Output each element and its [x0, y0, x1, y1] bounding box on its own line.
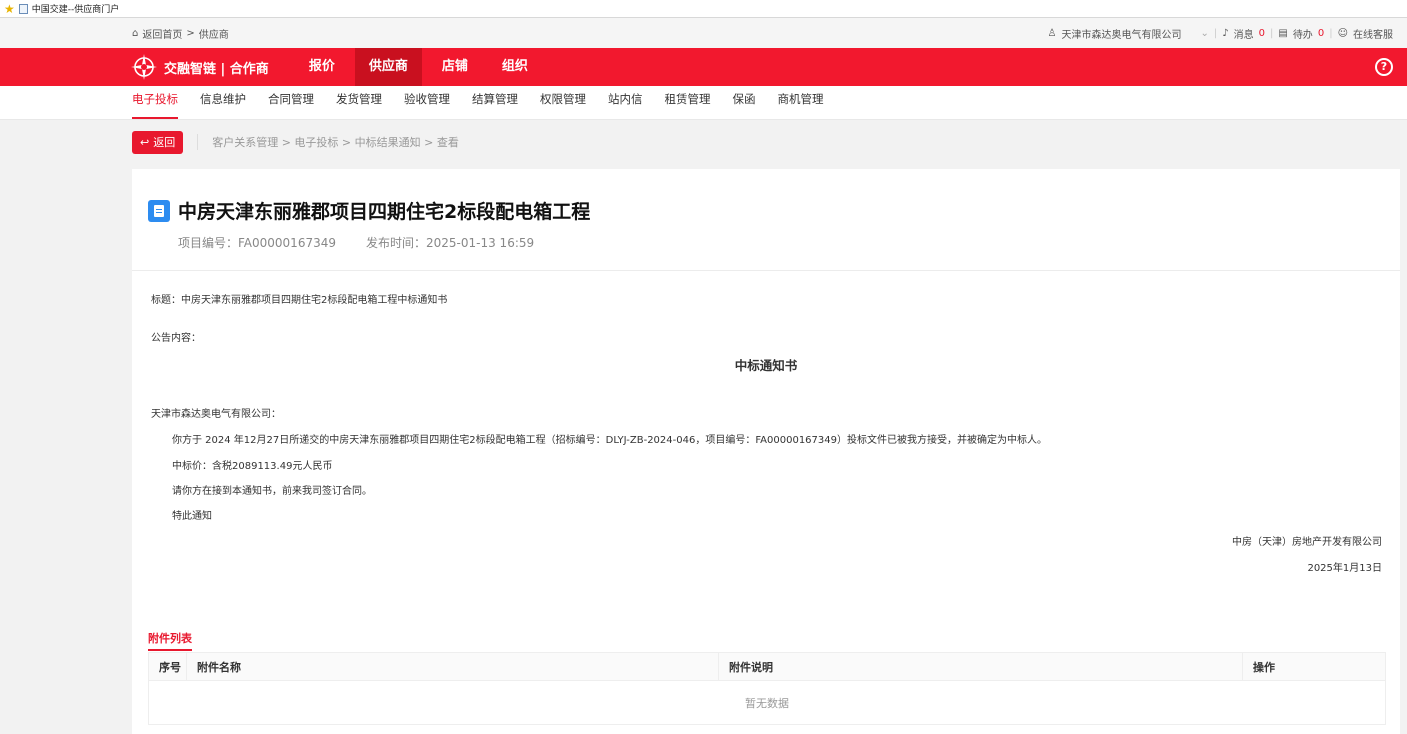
- notice-body: 标题：中房天津东丽雅郡项目四期住宅2标段配电箱工程中标通知书 公告内容： 中标通…: [132, 271, 1400, 611]
- divider: [197, 134, 199, 150]
- todo-icon[interactable]: ▤: [1278, 28, 1287, 39]
- brand-name: 交融智链 | 合作商: [164, 61, 269, 77]
- back-arrow-icon: ↩: [140, 135, 150, 149]
- messages-count: 0: [1258, 27, 1265, 39]
- bell-icon[interactable]: ♪: [1222, 28, 1228, 39]
- notice-recipient: 天津市森达奥电气有限公司：: [151, 409, 281, 420]
- notice-paragraph: 请你方在接到本通知书，前来我司签订合同。: [172, 486, 372, 497]
- breadcrumb-current: 供应商: [198, 29, 229, 41]
- notice-signer: 中房（天津）房地产开发有限公司: [1232, 537, 1382, 548]
- column-header-file-name: 附件名称: [186, 652, 719, 681]
- project-number: 项目编号：FA00000167349: [178, 236, 336, 250]
- tab-e-bidding[interactable]: 电子投标: [132, 91, 178, 119]
- utility-bar: ⌂ 返回首页 > 供应商 ♙ 天津市森达奥电气有限公司 ⌄ | ♪ 消息 0 |…: [0, 18, 1407, 48]
- company-icon: ♙: [1047, 27, 1057, 39]
- divider: |: [1329, 27, 1333, 39]
- publish-time: 发布时间：2025-01-13 16:59: [366, 236, 535, 250]
- todo-count: 0: [1317, 27, 1325, 39]
- column-header-description: 附件说明: [718, 652, 1243, 681]
- company-switcher[interactable]: 天津市森达奥电气有限公司: [1061, 26, 1181, 41]
- brand-logo[interactable]: 交融智链 | 合作商: [130, 53, 269, 81]
- home-link[interactable]: 返回首页: [142, 26, 182, 41]
- back-button-label: 返回: [153, 136, 176, 149]
- attachments-title: 附件列表: [148, 630, 192, 651]
- tab-internal-mail[interactable]: 站内信: [608, 91, 643, 119]
- tab-opportunity-management[interactable]: 商机管理: [778, 91, 824, 119]
- detail-card: 中房天津东丽雅郡项目四期住宅2标段配电箱工程 项目编号：FA0000016734…: [132, 169, 1400, 734]
- tab-permission-management[interactable]: 权限管理: [540, 91, 586, 119]
- divider: |: [1269, 27, 1274, 39]
- title-area: 中房天津东丽雅郡项目四期住宅2标段配电箱工程 项目编号：FA0000016734…: [132, 169, 1400, 271]
- document-icon: [148, 199, 170, 222]
- table-row: 暂无数据: [149, 681, 1386, 725]
- content-label: 公告内容：: [151, 333, 201, 344]
- todo-link[interactable]: 待办: [1293, 26, 1313, 41]
- brand-mark-icon: [131, 54, 157, 80]
- notice-subject: 标题：中房天津东丽雅郡项目四期住宅2标段配电箱工程中标通知书: [151, 295, 448, 306]
- tab-acceptance-management[interactable]: 验收管理: [404, 91, 450, 119]
- browser-tab-bar: ★ 中国交建--供应商门户: [0, 0, 1407, 18]
- breadcrumb: ↩ 返回 客户关系管理 > 电子投标 > 中标结果通知 > 查看: [0, 120, 1407, 164]
- breadcrumb-path: 客户关系管理 > 电子投标 > 中标结果通知 > 查看: [212, 136, 459, 149]
- attachments-table: 序号 附件名称 附件说明 操作 暂无数据: [148, 652, 1386, 725]
- notice-paragraph: 特此通知: [172, 511, 212, 522]
- chevron-down-icon[interactable]: ⌄: [1200, 28, 1208, 39]
- home-icon[interactable]: ⌂: [132, 28, 138, 39]
- notice-doc-title: 中标通知书: [734, 358, 798, 373]
- tab-lease-management[interactable]: 租赁管理: [665, 91, 711, 119]
- tab-contract-management[interactable]: 合同管理: [268, 91, 314, 119]
- browser-title: 中国交建--供应商门户: [31, 5, 120, 15]
- breadcrumb-separator: >: [186, 27, 195, 39]
- empty-state: 暂无数据: [745, 696, 789, 710]
- tab-settlement-management[interactable]: 结算管理: [472, 91, 518, 119]
- nav-item-organization[interactable]: 组织: [488, 48, 542, 86]
- messages-link[interactable]: 消息: [1234, 26, 1254, 41]
- notice-paragraph: 你方于 2024 年12月27日所递交的中房天津东丽雅郡项目四期住宅2标段配电箱…: [172, 435, 1047, 446]
- tab-info-maintenance[interactable]: 信息维护: [200, 91, 246, 119]
- nav-item-quote[interactable]: 报价: [295, 48, 349, 86]
- nav-item-supplier[interactable]: 供应商: [354, 48, 422, 86]
- service-icon[interactable]: ☺: [1338, 28, 1348, 39]
- help-icon[interactable]: ?: [1375, 58, 1393, 76]
- favorite-star-icon[interactable]: ★: [4, 3, 15, 15]
- online-service-link[interactable]: 在线客服: [1353, 26, 1393, 41]
- page-title: 中房天津东丽雅郡项目四期住宅2标段配电箱工程: [178, 201, 591, 223]
- column-header-index: 序号: [148, 652, 187, 681]
- column-header-actions: 操作: [1242, 652, 1386, 681]
- back-button[interactable]: ↩ 返回: [132, 130, 184, 154]
- nav-item-store[interactable]: 店铺: [428, 48, 482, 86]
- notice-date: 2025年1月13日: [1307, 563, 1382, 574]
- page-icon: [18, 3, 28, 14]
- tab-shipping-management[interactable]: 发货管理: [336, 91, 382, 119]
- divider: |: [1213, 27, 1218, 39]
- notice-bid-price: 中标价：含税2089113.49元人民币: [172, 461, 333, 472]
- tab-guarantee[interactable]: 保函: [733, 91, 756, 119]
- sub-nav: 电子投标 信息维护 合同管理 发货管理 验收管理 结算管理 权限管理 站内信 租…: [0, 86, 1407, 120]
- main-nav: 交融智链 | 合作商 报价 供应商 店铺 组织 ?: [0, 48, 1407, 86]
